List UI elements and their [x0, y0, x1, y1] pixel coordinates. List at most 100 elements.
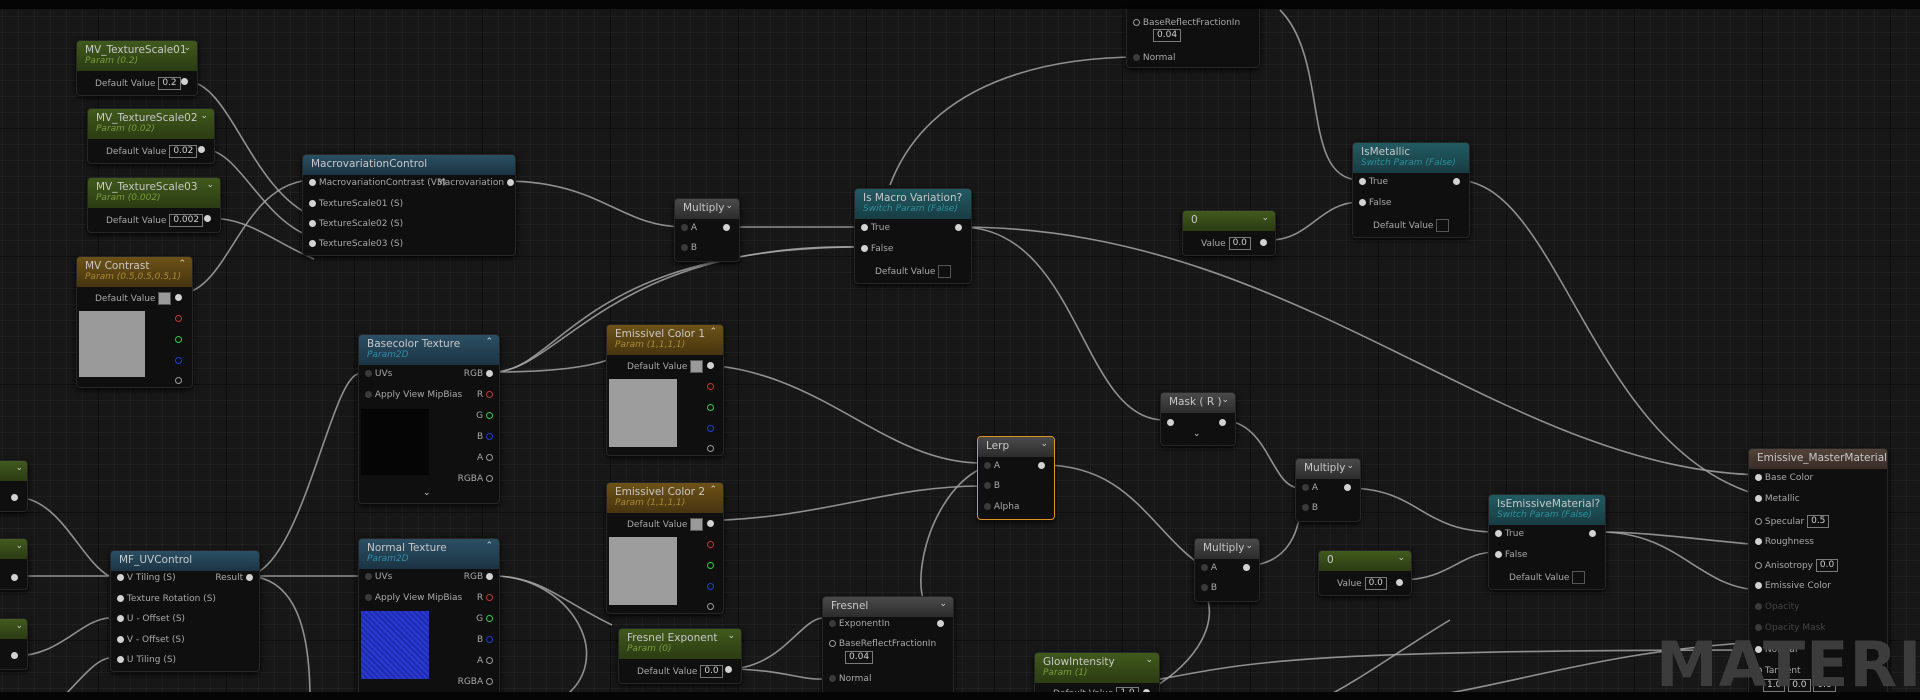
node-macrovariation-control[interactable]: MacrovariationControl MacrovariationCont… — [302, 154, 516, 256]
output-pin-rgb[interactable] — [175, 294, 182, 301]
output-pin[interactable] — [955, 224, 962, 231]
color-swatch[interactable] — [158, 292, 172, 305]
input-pin-normal[interactable] — [829, 675, 836, 682]
input-pin-a[interactable] — [984, 462, 991, 469]
output-pin-g[interactable] — [175, 336, 182, 343]
output-pin[interactable] — [723, 224, 730, 231]
output-pin-g[interactable] — [486, 412, 493, 419]
chevron-down-icon[interactable]: ⌄ — [1397, 553, 1405, 563]
node-is-macro-variation[interactable]: Is Macro Variation? Switch Param (False) … — [854, 188, 972, 284]
output-pin[interactable] — [1243, 564, 1250, 571]
input-pin-b[interactable] — [984, 482, 991, 489]
node-fresnel-top[interactable]: BaseReflectFractionIn 0.04 Normal — [1126, 9, 1260, 68]
node-texture-scale-02[interactable]: MV_TextureScale02 Param (0.02) ⌄ Default V… — [87, 108, 215, 164]
default-value-checkbox[interactable] — [1572, 571, 1586, 584]
input-pin-a[interactable] — [1201, 564, 1208, 571]
input-pin-a[interactable] — [681, 224, 688, 231]
color-swatch[interactable] — [690, 518, 704, 531]
output-pin-a[interactable] — [175, 377, 182, 384]
input-pin-b[interactable] — [1302, 504, 1309, 511]
input-pin[interactable] — [1133, 54, 1140, 61]
default-value-field[interactable]: 0.02 — [169, 145, 198, 158]
base-reflect-value[interactable]: 0.04 — [1153, 29, 1182, 42]
node-mv-contrast[interactable]: MV Contrast Param (0.5,0.5,0.5,1) ⌃ Defaul… — [76, 256, 193, 388]
input-pin-metallic[interactable] — [1755, 495, 1762, 502]
node-partial-left[interactable]: ⌄ — [0, 618, 28, 670]
output-pin[interactable] — [246, 574, 253, 581]
chevron-down-icon[interactable]: ⌄ — [200, 111, 208, 121]
material-graph-canvas[interactable]: MV_TextureScale01 Param (0.2) ⌄ Default Va… — [0, 0, 1920, 700]
output-pin-r[interactable] — [486, 594, 493, 601]
node-constant-zero[interactable]: 0 ⌄ Value 0.0 — [1318, 550, 1412, 596]
input-pin[interactable] — [309, 179, 316, 186]
output-pin[interactable] — [1344, 484, 1351, 491]
input-pin[interactable] — [1167, 419, 1174, 426]
chevron-down-icon[interactable]: ⌄ — [183, 43, 191, 53]
chevron-down-icon[interactable]: ⌄ — [15, 463, 23, 473]
input-pin-uvs[interactable] — [365, 370, 372, 377]
specular-value[interactable]: 0.5 — [1807, 515, 1830, 528]
output-pin-r[interactable] — [175, 315, 182, 322]
default-value-checkbox[interactable] — [1436, 219, 1450, 232]
output-pin-rgba[interactable] — [486, 475, 493, 482]
node-fresnel-exponent[interactable]: Fresnel Exponent Param (0) ⌄ Default Value… — [618, 628, 742, 684]
input-pin-alpha[interactable] — [984, 503, 991, 510]
output-pin-g[interactable] — [707, 562, 714, 569]
input-pin-mipbias[interactable] — [365, 391, 372, 398]
chevron-down-icon[interactable]: ⌄ — [15, 541, 23, 551]
output-pin-a[interactable] — [707, 445, 714, 452]
output-pin-rgb[interactable] — [707, 362, 714, 369]
node-multiply[interactable]: Multiply ⌄ A B — [1194, 538, 1260, 602]
chevron-down-icon[interactable]: ⌄ — [939, 599, 947, 609]
output-pin[interactable] — [1038, 462, 1045, 469]
input-pin-specular[interactable] — [1755, 518, 1762, 525]
node-basecolor-texture[interactable]: Basecolor Texture Param2D ⌃ UVs Apply View… — [358, 334, 500, 504]
output-pin-rgb[interactable] — [707, 520, 714, 527]
input-pin-true[interactable] — [1359, 178, 1366, 185]
chevron-down-icon[interactable]: ⌄ — [1346, 461, 1354, 471]
node-mf-uv-control[interactable]: MF_UVControl V Tiling (S) Result Texture… — [110, 550, 260, 672]
output-pin-r[interactable] — [707, 383, 714, 390]
base-reflect-value[interactable]: 0.04 — [845, 651, 874, 664]
input-pin-exponent[interactable] — [829, 620, 836, 627]
input-pin-false[interactable] — [861, 245, 868, 252]
output-pin[interactable] — [181, 78, 188, 85]
input-pin-emissive-color[interactable] — [1755, 582, 1762, 589]
input-pin[interactable] — [117, 595, 124, 602]
node-lerp[interactable]: Lerp ⌄ A B Alpha — [977, 436, 1055, 520]
input-pin[interactable] — [309, 240, 316, 247]
input-pin-base-reflect[interactable] — [829, 640, 836, 647]
input-pin-true[interactable] — [1495, 530, 1502, 537]
input-pin[interactable] — [309, 220, 316, 227]
chevron-up-icon[interactable]: ⌃ — [709, 485, 717, 495]
output-pin[interactable] — [204, 215, 211, 222]
input-pin-true[interactable] — [861, 224, 868, 231]
output-pin-b[interactable] — [175, 357, 182, 364]
output-pin-r[interactable] — [707, 541, 714, 548]
node-normal-texture[interactable]: Normal Texture Param2D ⌃ UVs Apply View Mi… — [358, 538, 500, 696]
input-pin-mipbias[interactable] — [365, 594, 372, 601]
node-emissive-color-2[interactable]: Emissivel Color 2 Param (1,1,1,1) ⌃ Defaul… — [606, 482, 724, 614]
output-pin-b[interactable] — [486, 433, 493, 440]
node-component-mask[interactable]: Mask ( R ) ⌄ ⌄ — [1160, 392, 1236, 446]
output-pin-rgba[interactable] — [486, 678, 493, 685]
input-pin-anisotropy[interactable] — [1755, 562, 1762, 569]
node-partial-left[interactable]: ⌄ — [0, 460, 28, 512]
input-pin-false[interactable] — [1359, 199, 1366, 206]
node-multiply[interactable]: Multiply ⌄ A B — [1295, 458, 1361, 522]
output-pin[interactable] — [725, 666, 732, 673]
chevron-up-icon[interactable]: ⌃ — [485, 337, 493, 347]
node-is-emissive-material[interactable]: IsEmissiveMaterial? Switch Param (False) … — [1488, 494, 1606, 590]
node-constant-zero[interactable]: 0 ⌄ Value 0.0 — [1182, 210, 1276, 256]
chevron-down-icon[interactable]: ⌄ — [206, 180, 214, 190]
output-pin[interactable] — [506, 179, 514, 186]
chevron-down-icon[interactable]: ⌄ — [1145, 655, 1153, 665]
node-is-metallic[interactable]: IsMetallic Switch Param (False) True Fals… — [1352, 142, 1470, 238]
chevron-down-icon[interactable]: ⌄ — [1221, 395, 1229, 405]
default-value-field[interactable]: 0.2 — [158, 77, 181, 90]
value-field[interactable]: 0.0 — [1228, 237, 1251, 250]
chevron-up-icon[interactable]: ⌃ — [178, 259, 186, 269]
chevron-down-icon[interactable]: ⌄ — [15, 621, 23, 631]
output-pin[interactable] — [11, 652, 18, 659]
chevron-down-icon[interactable]: ⌄ — [1040, 439, 1048, 449]
